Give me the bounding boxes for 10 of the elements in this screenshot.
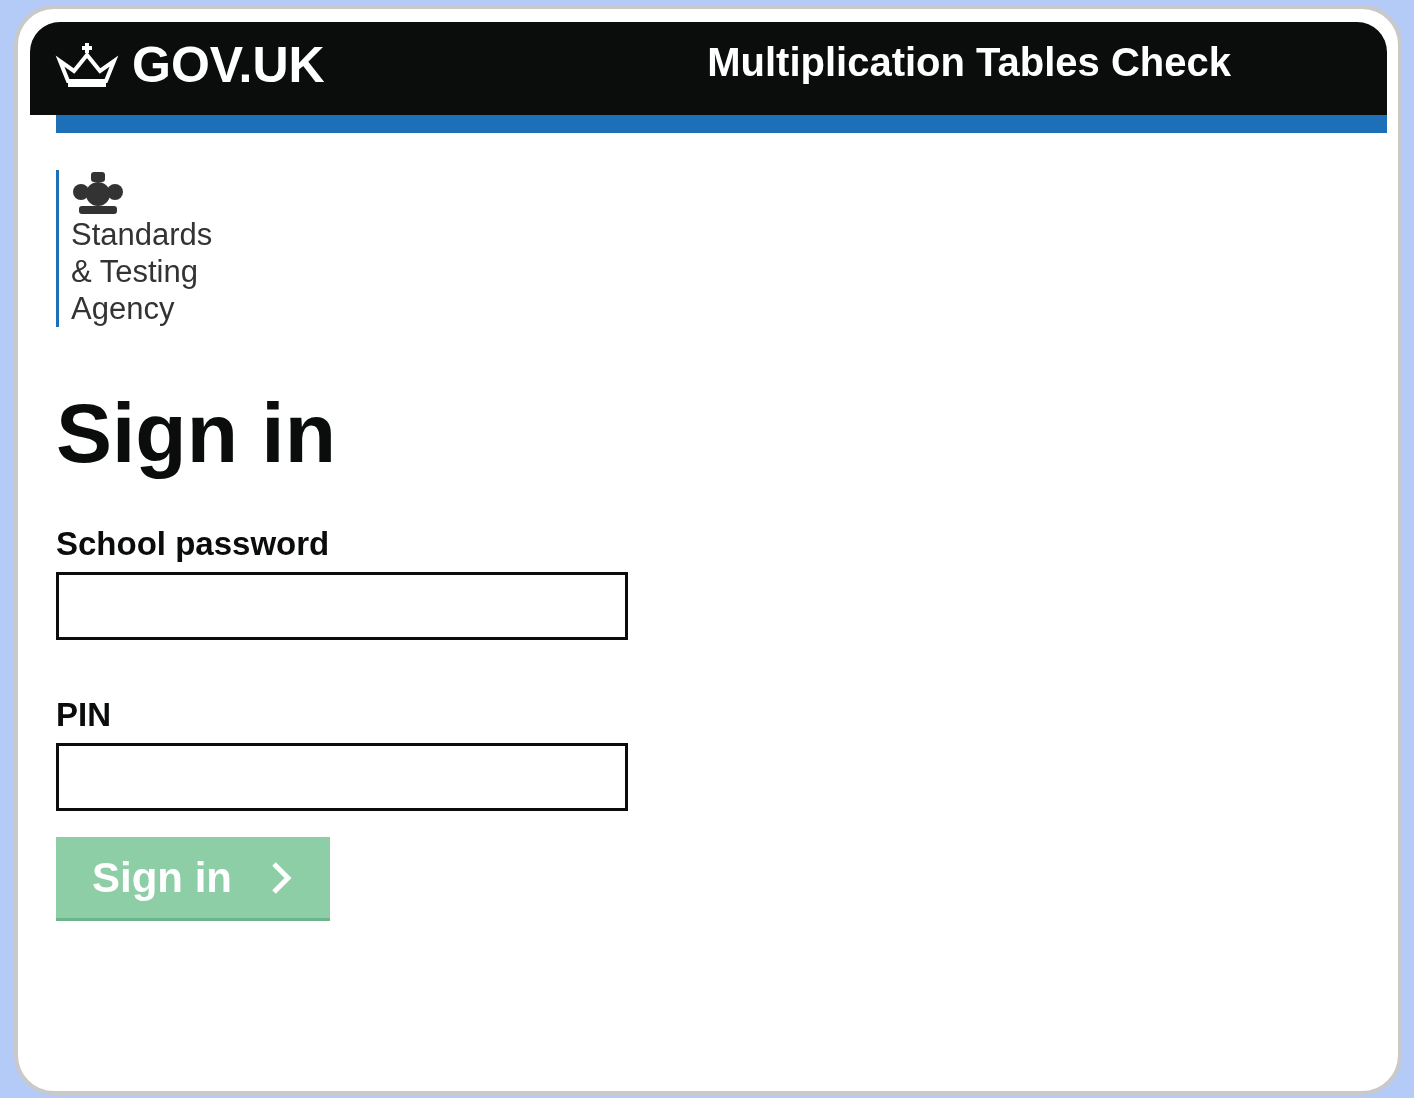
field-label: PIN [56, 698, 112, 731]
input-field[interactable] [56, 572, 628, 640]
organisation-name: Standards & Testing Agency [71, 216, 213, 327]
logo-text[interactable]: GOV.UK [132, 40, 325, 90]
service-name[interactable]: Multiplication Tables Check [707, 42, 1231, 82]
field-label: School password [56, 527, 331, 560]
chevron-icon [270, 860, 292, 895]
crown-icon [54, 41, 120, 89]
crest-icon [71, 170, 125, 216]
input-field[interactable] [56, 743, 628, 811]
